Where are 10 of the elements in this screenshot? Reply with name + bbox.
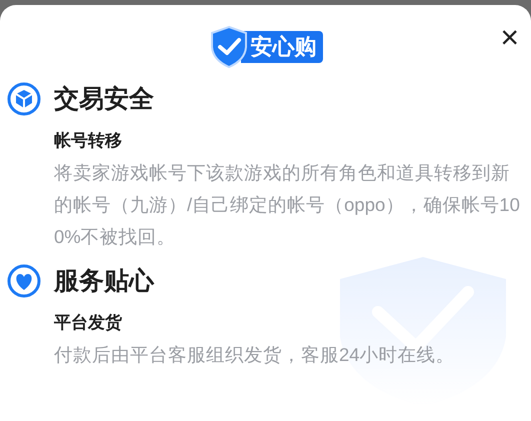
section-title: 服务贴心 [54, 266, 154, 297]
section-title: 交易安全 [54, 84, 154, 115]
section-description: 付款后由平台客服组织发货，客服24小时在线。 [54, 343, 456, 367]
section-subtitle: 平台发货 [54, 312, 122, 334]
shield-check-icon [208, 25, 248, 69]
badge-label: 安心购 [240, 31, 322, 63]
cube-icon [7, 82, 41, 116]
section-subtitle: 帐号转移 [54, 130, 122, 152]
section-description: 将卖家游戏帐号下该款游戏的所有角色和道具转移到新的帐号（九游）/自己绑定的帐号（oppo），确保帐号100%不被找回。 [54, 161, 520, 249]
close-button[interactable]: × [500, 21, 519, 53]
